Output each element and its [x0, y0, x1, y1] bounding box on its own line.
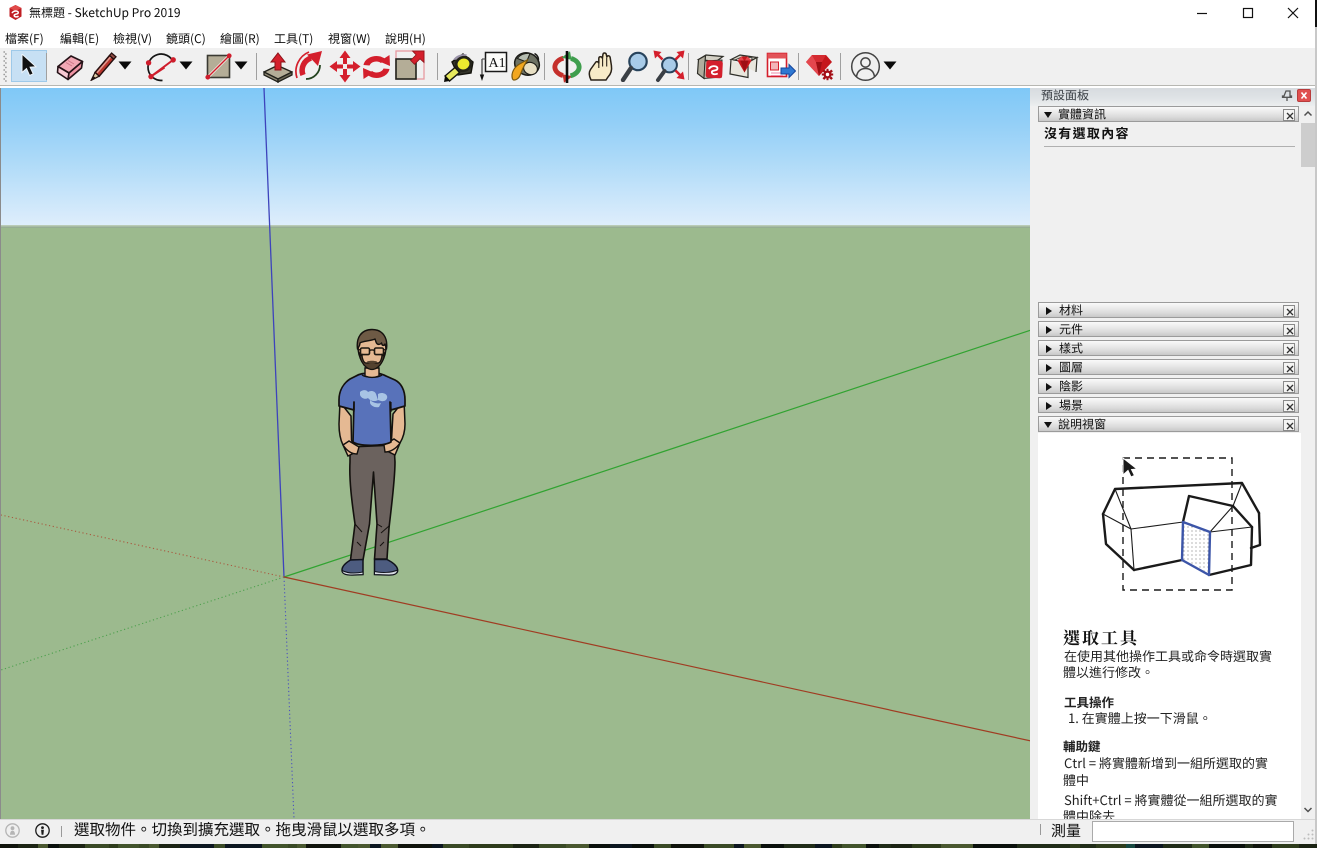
svg-text:A1: A1 — [489, 56, 506, 71]
